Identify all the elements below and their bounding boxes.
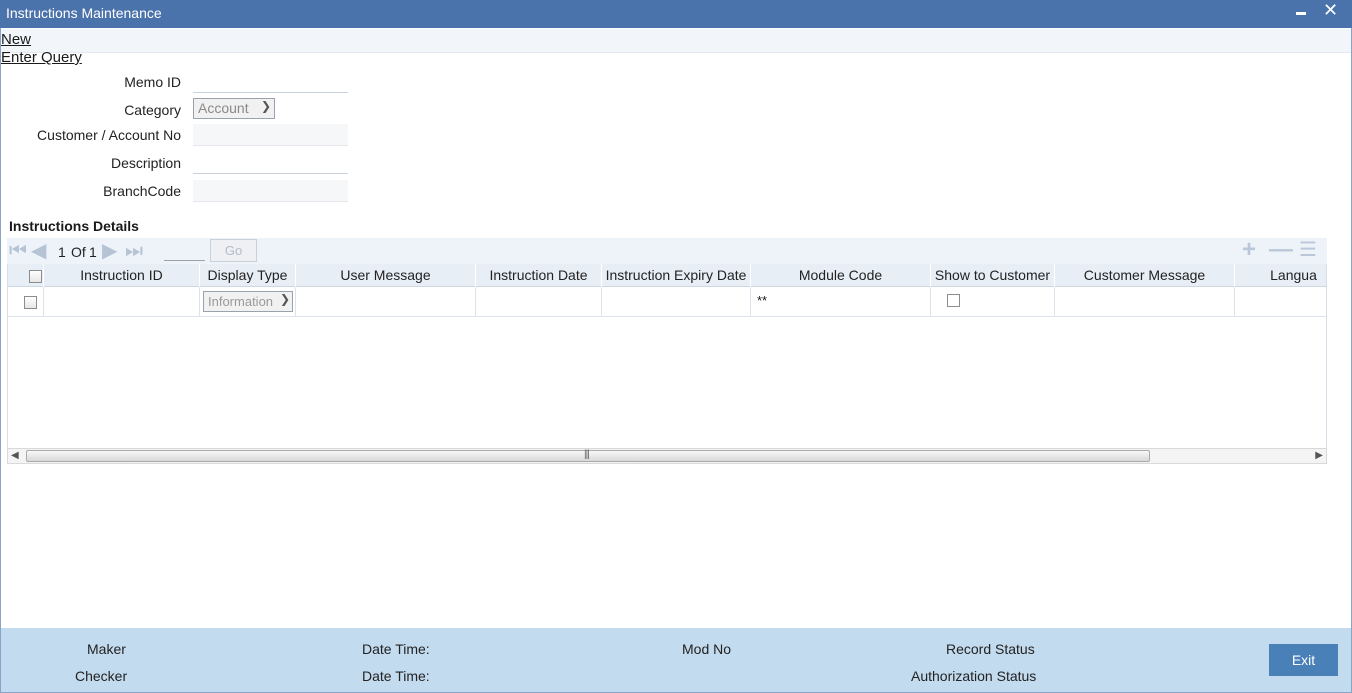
minimize-icon[interactable] xyxy=(1296,12,1306,15)
display-type-select[interactable]: Information ❯ xyxy=(203,291,293,312)
category-label: Category xyxy=(124,102,181,118)
previous-page-icon[interactable]: ◀ xyxy=(31,241,46,261)
of-label: Of xyxy=(71,244,86,260)
show-to-customer-checkbox[interactable] xyxy=(947,294,960,307)
close-icon[interactable]: ✕ xyxy=(1323,1,1338,19)
exit-button[interactable]: Exit xyxy=(1269,644,1338,676)
description-label: Description xyxy=(110,155,181,171)
record-status-label: Record Status xyxy=(946,641,1035,657)
grip-icon: ||| xyxy=(584,449,590,460)
cell-instruction-date[interactable] xyxy=(476,287,602,317)
customer-account-input[interactable] xyxy=(193,124,348,146)
last-page-icon[interactable]: ⏭ xyxy=(125,241,143,261)
mod-no-label: Mod No xyxy=(682,641,732,657)
col-customer-message[interactable]: Customer Message xyxy=(1055,264,1235,287)
cell-module-code[interactable]: ** xyxy=(751,287,931,317)
section-title: Instructions Details xyxy=(9,218,139,234)
audit-footer: Maker Checker Date Time: Date Time: Mod … xyxy=(1,628,1351,692)
chevron-down-icon: ❯ xyxy=(277,292,290,306)
cell-show-to-customer xyxy=(931,287,1055,317)
col-instruction-expiry-date[interactable]: Instruction Expiry Date xyxy=(602,264,751,287)
checker-label: Checker xyxy=(75,668,128,684)
module-code-value: ** xyxy=(757,293,768,308)
col-display-type[interactable]: Display Type xyxy=(200,264,296,287)
scrollbar-thumb[interactable]: ||| xyxy=(26,449,1150,462)
branch-code-label: BranchCode xyxy=(103,183,181,199)
maker-label: Maker xyxy=(87,641,126,657)
category-value: Account xyxy=(198,100,249,116)
col-instruction-id[interactable]: Instruction ID xyxy=(44,264,200,287)
col-module-code[interactable]: Module Code xyxy=(751,264,931,287)
grid-header: Instruction ID Display Type User Message… xyxy=(8,264,1326,287)
memo-id-input[interactable] xyxy=(193,71,348,93)
display-type-value: Information xyxy=(208,294,274,309)
menu-bar xyxy=(1,29,1351,53)
table-row: Information ❯ ** xyxy=(8,287,1326,317)
current-page: 1 xyxy=(58,244,66,260)
authorization-status-label: Authorization Status xyxy=(911,668,1037,684)
window-title: Instructions Maintenance xyxy=(6,5,162,21)
chevron-down-icon: ❯ xyxy=(260,99,271,113)
cell-language[interactable] xyxy=(1235,287,1326,317)
go-button[interactable]: Go xyxy=(210,239,257,262)
row-select-cell xyxy=(8,287,44,317)
grid-navigation-bar: ⏮ ◀ 1 Of 1 ▶ ⏭ Go + — ☰ xyxy=(7,238,1327,264)
cell-instruction-id[interactable] xyxy=(44,287,200,317)
col-show-to-customer[interactable]: Show to Customer xyxy=(931,264,1055,287)
header-select-cell xyxy=(8,264,44,287)
horizontal-scrollbar[interactable]: ◀ ||| ▶ xyxy=(7,448,1327,464)
maker-date-time-label: Date Time: xyxy=(362,641,430,657)
col-instruction-date[interactable]: Instruction Date xyxy=(476,264,602,287)
cell-customer-message[interactable] xyxy=(1055,287,1235,317)
select-all-checkbox[interactable] xyxy=(29,270,42,283)
single-view-icon[interactable]: ☰ xyxy=(1299,240,1317,260)
description-input[interactable] xyxy=(193,152,348,174)
customer-account-label: Customer / Account No xyxy=(37,127,181,143)
cell-user-message[interactable] xyxy=(296,287,476,317)
add-row-icon[interactable]: + xyxy=(1242,238,1256,262)
next-page-icon[interactable]: ▶ xyxy=(102,241,117,261)
delete-row-icon[interactable]: — xyxy=(1269,238,1293,262)
title-bar: Instructions Maintenance ✕ xyxy=(0,0,1352,28)
scroll-right-icon[interactable]: ▶ xyxy=(1315,450,1323,461)
category-select[interactable]: Account ❯ xyxy=(193,98,275,119)
cell-instruction-expiry-date[interactable] xyxy=(602,287,751,317)
scroll-left-icon[interactable]: ◀ xyxy=(11,450,19,461)
row-checkbox[interactable] xyxy=(24,296,37,309)
branch-code-input[interactable] xyxy=(193,180,348,202)
new-link[interactable]: New xyxy=(1,31,31,48)
col-user-message[interactable]: User Message xyxy=(296,264,476,287)
col-language[interactable]: Langua xyxy=(1235,264,1326,287)
total-pages: 1 xyxy=(89,244,97,260)
enter-query-link[interactable]: Enter Query xyxy=(1,49,82,66)
checker-date-time-label: Date Time: xyxy=(362,668,430,684)
instructions-grid: Instruction ID Display Type User Message… xyxy=(7,264,1327,448)
page-number-input[interactable] xyxy=(164,241,205,261)
memo-id-label: Memo ID xyxy=(124,74,181,90)
first-page-icon[interactable]: ⏮ xyxy=(9,241,27,261)
